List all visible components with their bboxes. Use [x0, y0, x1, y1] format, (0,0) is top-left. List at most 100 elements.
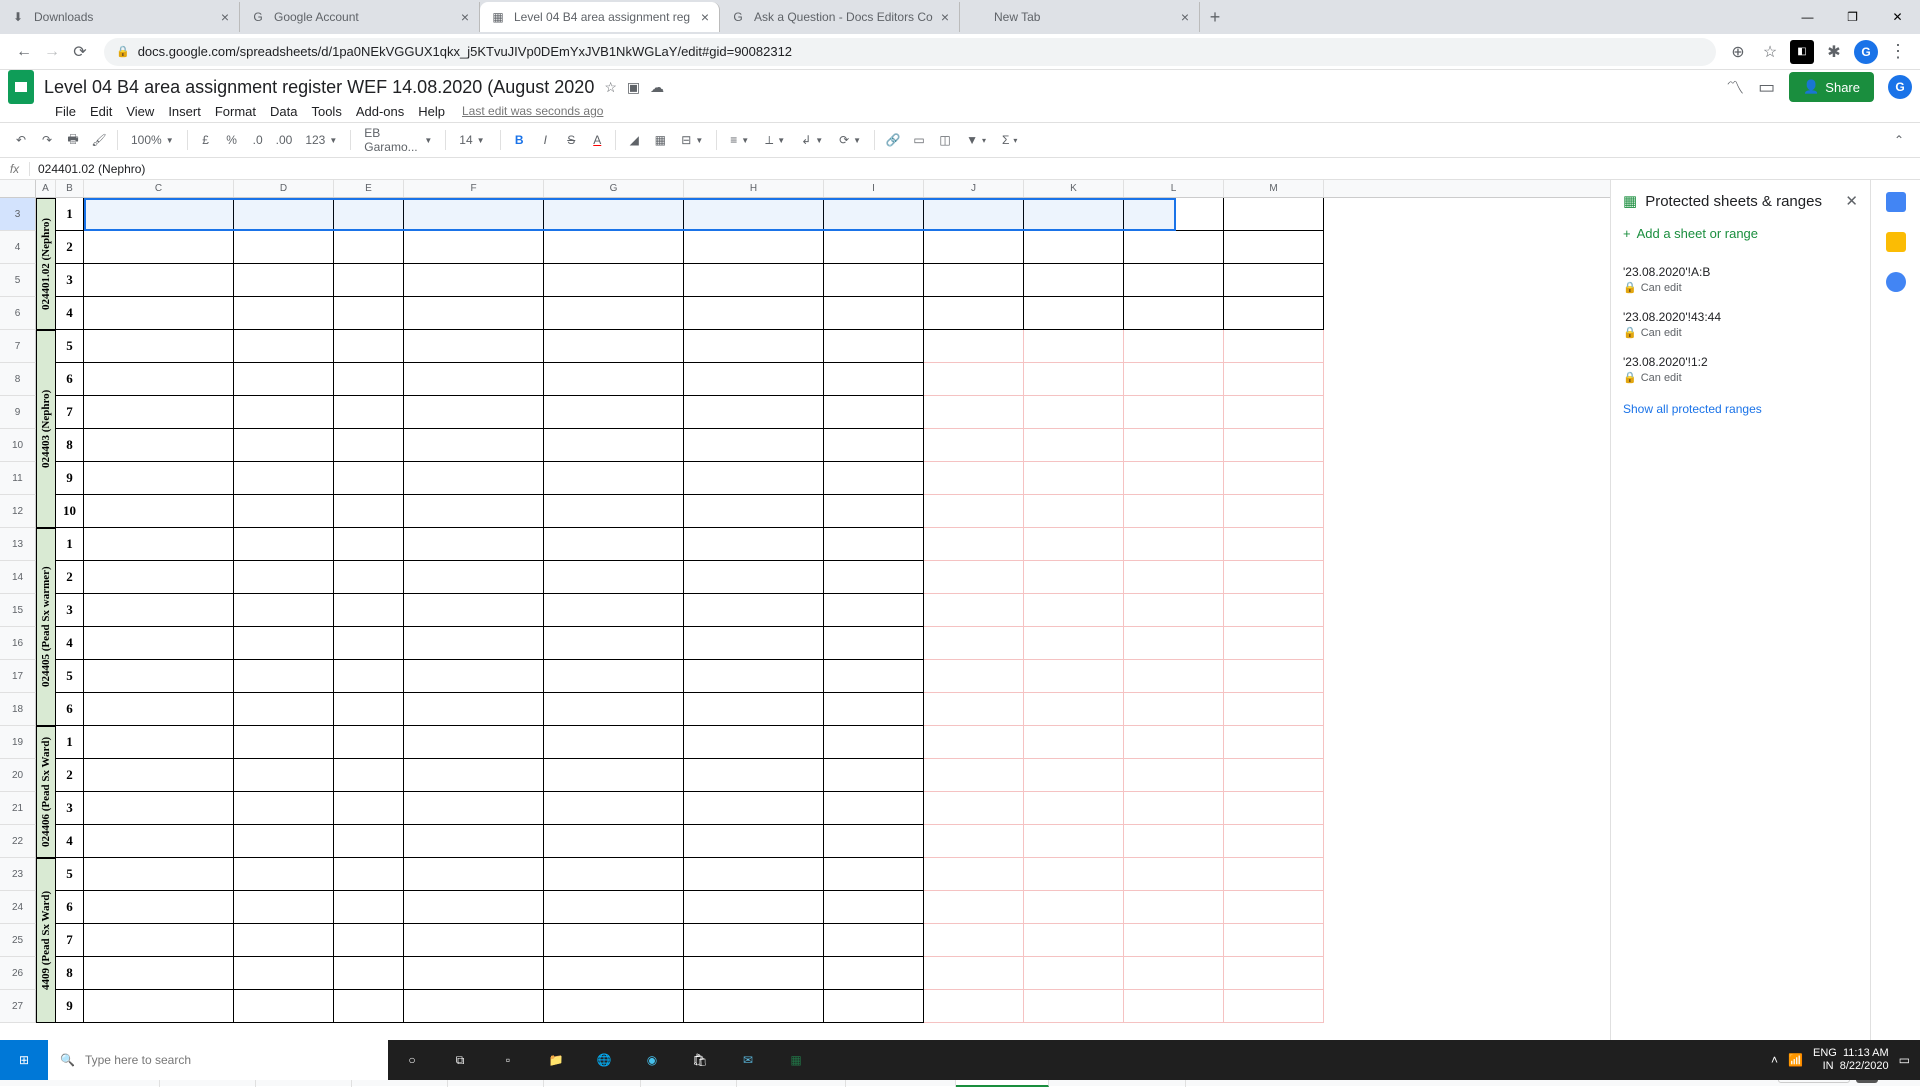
cell[interactable]: 3: [56, 594, 84, 627]
cell[interactable]: [1024, 924, 1124, 957]
cell[interactable]: [404, 363, 544, 396]
fx-input[interactable]: 024401.02 (Nephro): [30, 162, 145, 176]
tray-chevron-icon[interactable]: ˄: [1771, 1053, 1778, 1067]
cell[interactable]: [924, 561, 1024, 594]
cell[interactable]: [1224, 396, 1324, 429]
cell[interactable]: [334, 363, 404, 396]
cell[interactable]: [924, 462, 1024, 495]
cell[interactable]: [684, 858, 824, 891]
protected-range-item[interactable]: '23.08.2020'!A:B🔒Can edit: [1623, 257, 1858, 302]
cell[interactable]: [684, 561, 824, 594]
cell[interactable]: [84, 363, 234, 396]
cell[interactable]: [544, 792, 684, 825]
cell[interactable]: [824, 330, 924, 363]
cell[interactable]: [334, 792, 404, 825]
cells-area[interactable]: 024401.02 (Nephro)1234024403 (Nephro)567…: [36, 198, 1324, 1023]
menu-help[interactable]: Help: [411, 102, 452, 121]
cell[interactable]: [1024, 792, 1124, 825]
close-tab-icon[interactable]: ×: [221, 9, 229, 25]
row-header[interactable]: 5: [0, 264, 36, 297]
cell[interactable]: [1124, 957, 1224, 990]
move-icon[interactable]: ▣: [627, 79, 640, 96]
cell[interactable]: [404, 297, 544, 330]
cell[interactable]: [84, 627, 234, 660]
print-button[interactable]: 🖶: [62, 128, 84, 152]
text-color-button[interactable]: A: [586, 128, 608, 152]
cell[interactable]: [234, 198, 334, 231]
row-header[interactable]: 12: [0, 495, 36, 528]
cell[interactable]: [1024, 330, 1124, 363]
cell[interactable]: [404, 627, 544, 660]
cell[interactable]: [824, 429, 924, 462]
row-header[interactable]: 16: [0, 627, 36, 660]
cell[interactable]: 2: [56, 231, 84, 264]
cell[interactable]: [544, 990, 684, 1023]
cortana-icon[interactable]: ○: [388, 1040, 436, 1080]
cell[interactable]: [924, 396, 1024, 429]
cell[interactable]: 3: [56, 264, 84, 297]
cell[interactable]: [824, 198, 924, 231]
cell[interactable]: [404, 264, 544, 297]
zoom-icon[interactable]: ⊕: [1726, 40, 1750, 64]
cell[interactable]: [1024, 396, 1124, 429]
cell[interactable]: [1024, 528, 1124, 561]
cell[interactable]: 3: [56, 792, 84, 825]
italic-button[interactable]: I: [534, 128, 556, 152]
cell[interactable]: [334, 297, 404, 330]
currency-button[interactable]: £: [195, 128, 217, 152]
cell[interactable]: 10: [56, 495, 84, 528]
cell[interactable]: [334, 660, 404, 693]
cell[interactable]: [924, 924, 1024, 957]
row-header[interactable]: 4: [0, 231, 36, 264]
cell[interactable]: [234, 396, 334, 429]
cell[interactable]: 4: [56, 627, 84, 660]
row-header[interactable]: 26: [0, 957, 36, 990]
keep-icon[interactable]: [1886, 232, 1906, 252]
cell[interactable]: [1224, 528, 1324, 561]
cell[interactable]: 1: [56, 528, 84, 561]
cell[interactable]: [334, 495, 404, 528]
cell[interactable]: [1124, 396, 1224, 429]
cell[interactable]: [1024, 297, 1124, 330]
cell[interactable]: [1224, 264, 1324, 297]
functions-button[interactable]: Σ▾: [996, 133, 1023, 147]
row-header[interactable]: 13: [0, 528, 36, 561]
column-header[interactable]: J: [924, 180, 1024, 197]
cell[interactable]: [824, 924, 924, 957]
cell[interactable]: [924, 792, 1024, 825]
row-header[interactable]: 22: [0, 825, 36, 858]
cell[interactable]: [924, 660, 1024, 693]
column-header[interactable]: A: [36, 180, 56, 197]
cell[interactable]: [684, 396, 824, 429]
cloud-icon[interactable]: ☁: [650, 79, 664, 96]
cell[interactable]: [84, 858, 234, 891]
cell[interactable]: [544, 726, 684, 759]
cell[interactable]: [1224, 198, 1324, 231]
cell[interactable]: [404, 198, 544, 231]
cell[interactable]: [1124, 627, 1224, 660]
cell[interactable]: [924, 858, 1024, 891]
cell[interactable]: [1224, 726, 1324, 759]
minimize-button[interactable]: —: [1785, 0, 1830, 34]
cell[interactable]: [824, 594, 924, 627]
comments-icon[interactable]: ▭: [1758, 77, 1775, 98]
percent-button[interactable]: %: [221, 128, 243, 152]
cell[interactable]: [1024, 660, 1124, 693]
menu-view[interactable]: View: [119, 102, 161, 121]
increase-decimal-button[interactable]: .00: [273, 128, 296, 152]
cell[interactable]: [234, 759, 334, 792]
cell[interactable]: [334, 264, 404, 297]
cell[interactable]: [1124, 462, 1224, 495]
cell[interactable]: [824, 231, 924, 264]
cell[interactable]: [234, 264, 334, 297]
cell[interactable]: [84, 594, 234, 627]
cell[interactable]: [234, 825, 334, 858]
cell[interactable]: [1024, 858, 1124, 891]
cell[interactable]: 8: [56, 957, 84, 990]
cell[interactable]: [404, 429, 544, 462]
cell[interactable]: [924, 726, 1024, 759]
close-tab-icon[interactable]: ×: [1181, 9, 1189, 25]
cell[interactable]: 2: [56, 759, 84, 792]
cell[interactable]: [404, 957, 544, 990]
protected-range-item[interactable]: '23.08.2020'!1:2🔒Can edit: [1623, 347, 1858, 392]
